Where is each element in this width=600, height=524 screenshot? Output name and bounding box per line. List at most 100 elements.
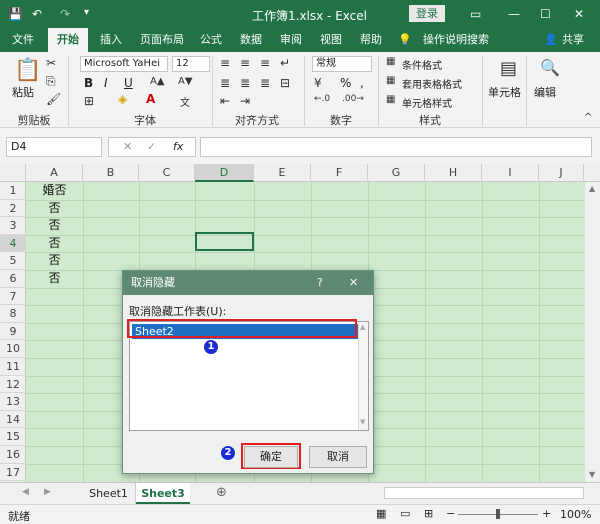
close-icon[interactable]: ✕ xyxy=(574,7,584,21)
copy-icon[interactable]: ⎘ xyxy=(46,74,56,89)
cut-icon[interactable]: ✂ xyxy=(46,56,56,70)
increase-decimal-icon[interactable]: ←.0 xyxy=(314,94,330,104)
scroll-up-icon[interactable]: ▲ xyxy=(589,184,595,193)
find-icon[interactable]: 🔍 xyxy=(540,58,560,77)
vertical-scrollbar[interactable]: ▲ ▼ xyxy=(584,182,600,482)
zoom-level[interactable]: 100% xyxy=(560,508,591,521)
column-header[interactable]: A xyxy=(26,164,83,182)
row-header[interactable]: 4 xyxy=(0,234,26,253)
row-header[interactable]: 14 xyxy=(0,411,26,429)
save-icon[interactable]: 💾 xyxy=(8,7,23,21)
column-header[interactable]: F xyxy=(311,164,368,182)
column-header[interactable]: C xyxy=(139,164,195,182)
italic-button[interactable]: I xyxy=(104,76,108,90)
formula-input[interactable] xyxy=(200,137,592,157)
selected-cell-d4[interactable] xyxy=(195,232,254,251)
cells-button[interactable]: 单元格 xyxy=(488,84,521,100)
tell-me-search[interactable]: 操作说明搜索 xyxy=(418,28,494,52)
column-header[interactable]: H xyxy=(425,164,482,182)
tab-review[interactable]: 审阅 xyxy=(274,28,308,52)
enter-entry-icon[interactable]: ✓ xyxy=(147,140,156,153)
minimize-icon[interactable]: — xyxy=(508,7,520,21)
tab-page-layout[interactable]: 页面布局 xyxy=(134,28,190,52)
page-break-view-icon[interactable]: ⊞ xyxy=(424,507,433,520)
fill-color-icon[interactable]: ◈ xyxy=(118,92,127,106)
listbox-scrollbar[interactable]: ▲ ▼ xyxy=(358,322,368,430)
font-size-select[interactable]: 12 xyxy=(172,56,210,72)
row-header[interactable]: 1 xyxy=(0,182,26,200)
collapse-ribbon-icon[interactable]: ^ xyxy=(584,112,592,123)
zoom-slider-thumb[interactable] xyxy=(496,509,500,519)
row-header[interactable]: 13 xyxy=(0,393,26,411)
tab-insert[interactable]: 插入 xyxy=(94,28,128,52)
percent-button[interactable]: % xyxy=(340,76,351,90)
row-header[interactable]: 6 xyxy=(0,270,26,288)
row-header[interactable]: 16 xyxy=(0,446,26,464)
cell-a4[interactable]: 否 xyxy=(26,235,83,252)
comma-icon[interactable]: , xyxy=(360,76,364,90)
row-header[interactable]: 5 xyxy=(0,252,26,270)
cell-styles-button[interactable]: 单元格样式 xyxy=(402,95,452,110)
share-button[interactable]: 共享 xyxy=(558,28,588,52)
align-top-icon[interactable]: ≡ xyxy=(220,56,230,70)
font-name-select[interactable]: Microsoft YaHei xyxy=(80,56,168,72)
cells-icon[interactable]: ▤ xyxy=(500,58,517,79)
currency-icon[interactable]: ¥ xyxy=(314,76,322,90)
zoom-in-icon[interactable]: + xyxy=(542,507,551,520)
wrap-text-icon[interactable]: ↵ xyxy=(280,56,290,70)
align-right-icon[interactable]: ≣ xyxy=(260,76,270,90)
login-button[interactable]: 登录 xyxy=(409,5,445,22)
column-header[interactable]: D xyxy=(195,164,254,182)
align-bottom-icon[interactable]: ≡ xyxy=(260,56,270,70)
cell-a5[interactable]: 否 xyxy=(26,252,83,269)
page-layout-view-icon[interactable]: ▭ xyxy=(400,507,410,520)
tab-help[interactable]: 帮助 xyxy=(354,28,388,52)
row-header[interactable]: 17 xyxy=(0,464,26,482)
font-shrink-icon[interactable]: A▼ xyxy=(178,76,193,87)
font-color-icon[interactable]: A xyxy=(146,92,155,106)
cell-a1[interactable]: 婚否 xyxy=(26,182,83,199)
column-header[interactable]: B xyxy=(83,164,139,182)
format-painter-icon[interactable]: 🖌 xyxy=(46,92,61,106)
outdent-icon[interactable]: ⇥ xyxy=(240,94,250,108)
dialog-close-button[interactable]: ✕ xyxy=(349,276,358,289)
phonetic-icon[interactable]: 文 xyxy=(180,94,190,109)
next-sheet-icon[interactable]: ▶ xyxy=(44,487,51,497)
row-header[interactable]: 15 xyxy=(0,428,26,446)
select-all-corner[interactable] xyxy=(0,164,26,182)
row-header[interactable]: 7 xyxy=(0,288,26,306)
number-format-select[interactable]: 常规 xyxy=(312,56,372,72)
cancel-entry-icon[interactable]: ✕ xyxy=(123,140,132,153)
column-header[interactable]: E xyxy=(254,164,311,182)
cancel-button[interactable]: 取消 xyxy=(309,446,367,468)
align-left-icon[interactable]: ≣ xyxy=(220,76,230,90)
tab-formulas[interactable]: 公式 xyxy=(194,28,228,52)
paste-icon[interactable]: 📋 xyxy=(14,58,41,83)
tab-view[interactable]: 视图 xyxy=(314,28,348,52)
add-sheet-icon[interactable]: ⊕ xyxy=(216,485,227,500)
row-header[interactable]: 11 xyxy=(0,358,26,376)
name-box[interactable]: D4 xyxy=(6,137,102,157)
scroll-up-icon[interactable]: ▲ xyxy=(360,323,365,331)
merge-center-icon[interactable]: ⊟ xyxy=(280,76,290,90)
normal-view-icon[interactable]: ▦ xyxy=(376,507,386,520)
help-button[interactable]: ? xyxy=(317,276,323,289)
editing-button[interactable]: 编辑 xyxy=(534,84,556,100)
align-middle-icon[interactable]: ≡ xyxy=(240,56,250,70)
prev-sheet-icon[interactable]: ◀ xyxy=(22,487,29,497)
column-header[interactable]: I xyxy=(482,164,539,182)
cell-a2[interactable]: 否 xyxy=(26,200,83,217)
row-header[interactable]: 12 xyxy=(0,376,26,394)
decrease-decimal-icon[interactable]: .00→ xyxy=(342,94,364,104)
horizontal-scrollbar[interactable] xyxy=(384,487,584,499)
scroll-down-icon[interactable]: ▼ xyxy=(360,418,365,426)
sheet-tab-sheet3[interactable]: Sheet3 xyxy=(136,483,190,504)
font-grow-icon[interactable]: A▲ xyxy=(150,76,165,87)
scroll-down-icon[interactable]: ▼ xyxy=(589,470,595,479)
tab-data[interactable]: 数据 xyxy=(234,28,268,52)
ribbon-options-icon[interactable]: ▭ xyxy=(470,7,481,21)
row-header[interactable]: 10 xyxy=(0,340,26,358)
row-header[interactable]: 2 xyxy=(0,200,26,218)
row-header[interactable]: 9 xyxy=(0,323,26,341)
conditional-format-button[interactable]: 条件格式 xyxy=(402,57,442,72)
